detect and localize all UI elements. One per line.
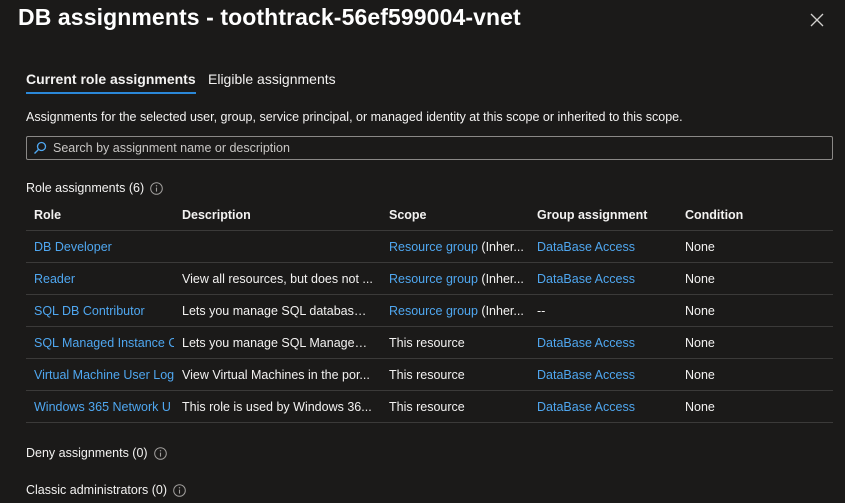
condition-value: None (677, 262, 833, 295)
condition-value: None (677, 326, 833, 359)
page-title: DB assignments - toothtrack-56ef599004-v… (18, 4, 521, 30)
group-assignment-link[interactable]: DataBase Access (537, 336, 635, 350)
classic-administrators-label: Classic administrators (0) (26, 483, 168, 497)
condition-value: None (677, 390, 833, 423)
table-row: SQL DB Contributor Lets you manage SQL d… (26, 294, 833, 327)
column-header-role[interactable]: Role (26, 200, 174, 231)
search-box (26, 136, 833, 160)
table-row: Virtual Machine User Log View Virtual Ma… (26, 358, 833, 391)
column-header-scope[interactable]: Scope (381, 200, 529, 231)
info-icon[interactable] (150, 181, 163, 195)
search-icon (31, 139, 49, 157)
role-link[interactable]: SQL DB Contributor (34, 304, 145, 318)
info-icon[interactable] (153, 446, 167, 460)
role-assignments-table: Role Description Scope Group assignment … (26, 200, 833, 423)
deny-assignments-heading: Deny assignments (0) (26, 446, 167, 460)
scope-link[interactable]: Resource group (389, 240, 478, 254)
role-link[interactable]: SQL Managed Instance C (34, 336, 174, 350)
role-assignments-label: Role assignments (6) (26, 181, 145, 195)
group-assignment-link[interactable]: DataBase Access (537, 272, 635, 286)
role-description: Lets you manage SQL databases,... (174, 294, 381, 327)
deny-assignments-label: Deny assignments (0) (26, 446, 148, 460)
column-header-condition[interactable]: Condition (677, 200, 833, 231)
group-assignment-link[interactable]: DataBase Access (537, 400, 635, 414)
table-row: Reader View all resources, but does not … (26, 262, 833, 295)
info-icon[interactable] (173, 483, 186, 497)
scope-text: This resource (381, 326, 529, 359)
table-header-row: Role Description Scope Group assignment … (26, 200, 833, 231)
group-assignment-link[interactable]: DataBase Access (537, 240, 635, 254)
tab-current-role-assignments[interactable]: Current role assignments (26, 70, 196, 94)
scope-link[interactable]: Resource group (389, 272, 478, 286)
scope-suffix: (Inher... (477, 239, 524, 254)
search-input[interactable] (49, 140, 832, 156)
role-description: Lets you manage SQL Managed I... (174, 326, 381, 359)
column-header-group-assignment[interactable]: Group assignment (529, 200, 677, 231)
close-icon (810, 13, 824, 27)
scope-text: This resource (381, 358, 529, 391)
scope-text: This resource (381, 390, 529, 423)
role-description: View Virtual Machines in the por... (174, 358, 381, 391)
group-assignment-empty: -- (529, 294, 677, 327)
scope-suffix: (Inher... (477, 271, 524, 286)
column-header-description[interactable]: Description (174, 200, 381, 231)
tab-eligible-assignments[interactable]: Eligible assignments (208, 70, 336, 94)
condition-value: None (677, 294, 833, 327)
role-link[interactable]: Windows 365 Network U (34, 400, 171, 414)
role-link[interactable]: DB Developer (34, 240, 112, 254)
scope-description: Assignments for the selected user, group… (26, 110, 683, 124)
role-assignments-heading: Role assignments (6) (26, 181, 163, 195)
scope-link[interactable]: Resource group (389, 304, 478, 318)
group-assignment-link[interactable]: DataBase Access (537, 368, 635, 382)
role-link[interactable]: Reader (34, 272, 75, 286)
role-description: View all resources, but does not ... (174, 262, 381, 295)
role-link[interactable]: Virtual Machine User Log (34, 368, 174, 382)
close-button[interactable] (805, 8, 829, 32)
table-row: DB Developer Resource group (Inher... Da… (26, 230, 833, 263)
scope-suffix: (Inher... (477, 303, 524, 318)
role-description: This role is used by Windows 36... (174, 390, 381, 423)
condition-value: None (677, 230, 833, 263)
table-row: SQL Managed Instance C Lets you manage S… (26, 326, 833, 359)
role-description (174, 230, 381, 263)
classic-administrators-heading: Classic administrators (0) (26, 483, 186, 497)
table-row: Windows 365 Network U This role is used … (26, 390, 833, 423)
condition-value: None (677, 358, 833, 391)
